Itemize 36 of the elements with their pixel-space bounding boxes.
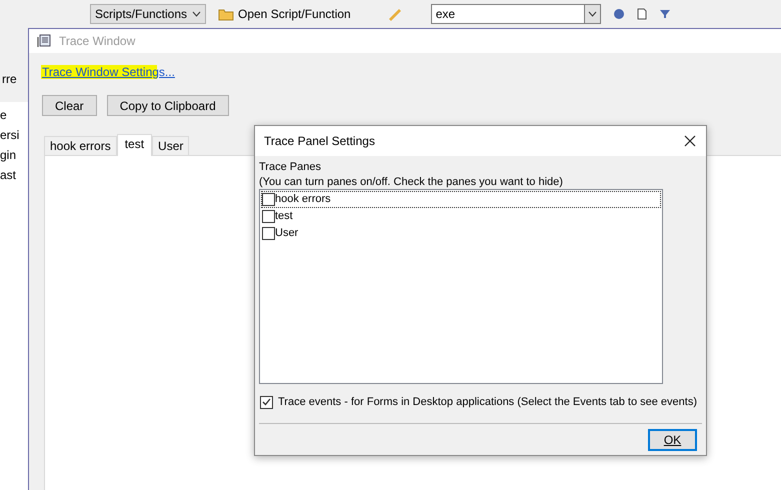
list-item-text[interactable]: e [0, 106, 28, 126]
checkbox[interactable] [260, 396, 273, 409]
tab[interactable]: test [116, 134, 152, 156]
trace-events-label: Trace events - for Forms in Desktop applications (Select the Events tab to see events) [278, 395, 698, 410]
pane-item[interactable]: test [261, 208, 661, 225]
folder-icon [218, 7, 234, 21]
list-item-text[interactable]: ast [0, 166, 28, 186]
checkbox[interactable] [262, 227, 275, 240]
chevron-down-icon [588, 11, 597, 17]
dropdown[interactable]: Scripts/Functions [90, 4, 206, 24]
dialog-title: Trace Panel Settings [264, 133, 375, 150]
pane-item[interactable]: User [261, 225, 661, 242]
dropdown-arrow-button[interactable] [584, 4, 601, 24]
checkmark-icon [262, 398, 271, 406]
checkbox[interactable] [262, 193, 275, 206]
document-icon [636, 8, 647, 20]
toolbar-button[interactable]: Copy to Clipboard [106, 95, 229, 116]
sidebar-text: rre [1, 71, 18, 88]
search-field[interactable]: exe [430, 4, 585, 24]
tab[interactable]: hook errors [44, 136, 117, 155]
toolbar-button[interactable]: Clear [42, 95, 97, 116]
window-title: Trace Window [59, 33, 136, 50]
open-script-button[interactable]: Open Script/Function [218, 5, 351, 23]
pane-item[interactable]: hook errors [261, 191, 661, 208]
pencil-icon [386, 7, 403, 21]
hint-text: (You can turn panes on/off. Check the panes you want to hide) [259, 175, 564, 189]
checkbox[interactable] [262, 210, 275, 223]
section-label: Trace Panes [259, 160, 322, 175]
filter-icon [658, 9, 671, 19]
close-icon[interactable] [684, 135, 696, 147]
tab[interactable]: User [152, 136, 190, 155]
chevron-down-icon [192, 11, 201, 17]
ok-button[interactable]: OK [648, 428, 697, 450]
list-item-text[interactable]: gin [0, 146, 28, 166]
list-item-text[interactable]: ersi [0, 126, 28, 146]
window-icon [37, 34, 51, 48]
